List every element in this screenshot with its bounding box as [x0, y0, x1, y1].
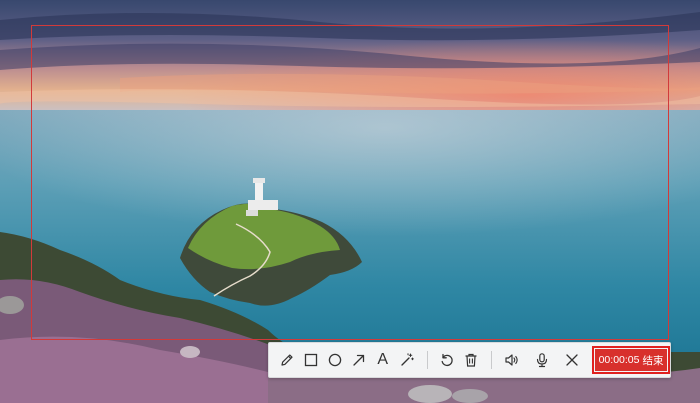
rectangle-icon[interactable]	[299, 347, 323, 373]
end-recording-highlight: 00:00:05 结束	[592, 346, 670, 374]
undo-icon[interactable]	[436, 347, 460, 373]
text-icon[interactable]: A	[371, 347, 395, 373]
pencil-icon[interactable]	[275, 347, 299, 373]
recording-toolbar: A 00:00:05 结束	[268, 342, 671, 378]
arrow-icon[interactable]	[347, 347, 371, 373]
magic-wand-icon[interactable]	[395, 347, 419, 373]
recording-timer: 00:00:05	[598, 354, 640, 366]
delete-icon[interactable]	[459, 347, 483, 373]
ellipse-icon[interactable]	[323, 347, 347, 373]
end-recording-label: 结束	[642, 354, 664, 367]
close-icon[interactable]	[560, 347, 584, 373]
microphone-icon[interactable]	[530, 347, 554, 373]
toolbar-divider	[491, 351, 493, 369]
speaker-icon[interactable]	[500, 347, 524, 373]
end-recording-button[interactable]: 00:00:05 结束	[595, 349, 667, 371]
toolbar-divider	[426, 351, 428, 369]
